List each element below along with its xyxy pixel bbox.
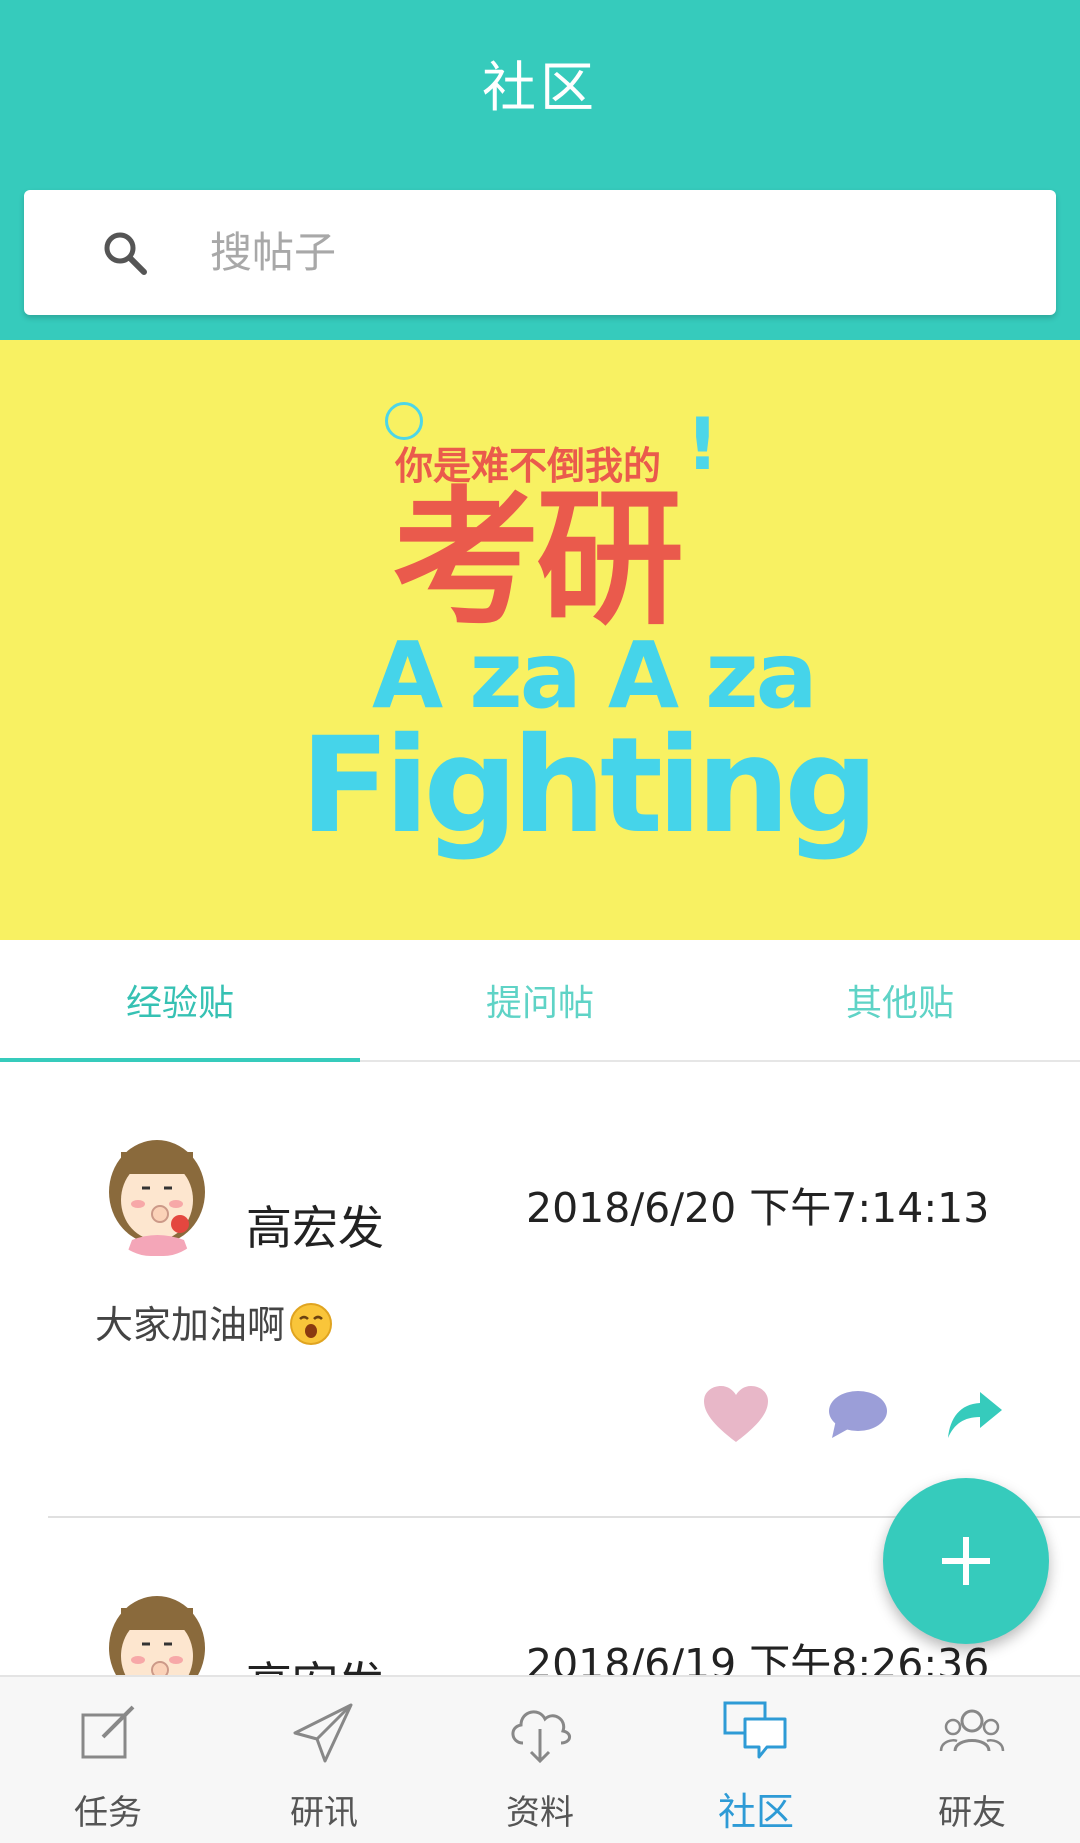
nav-label: 社区 [717,1790,794,1834]
promo-banner[interactable]: 你是难不倒我的 ! 考研 A za A za Fighting [0,340,1080,940]
post-card[interactable]: 高宏发 2018/6/20 下午7:14:13 大家加油啊 [0,1062,1080,1520]
bottom-navigation: 任务 研讯 资料 社区 研友 [0,1675,1080,1843]
post-username[interactable]: 高宏发 [246,1648,384,1675]
nav-label: 研友 [938,1793,1006,1833]
post-timestamp: 2018/6/20 下午7:14:13 [526,1184,990,1232]
post-text: 大家加油啊 [95,1303,286,1347]
nav-item-news[interactable]: 研讯 [216,1677,432,1843]
share-icon[interactable] [944,1388,1004,1440]
comment-icon[interactable] [828,1390,888,1440]
tab-label: 其他贴 [845,983,954,1024]
nav-item-materials[interactable]: 资料 [432,1677,648,1843]
search-input[interactable] [210,220,990,284]
tab-others[interactable]: 其他贴 [720,940,1080,1060]
post-content: 大家加油啊 [95,1294,333,1349]
cloud-download-icon [511,1710,571,1764]
nav-label: 研讯 [290,1793,358,1833]
tab-label: 提问帖 [485,983,594,1024]
avatar[interactable] [104,1590,210,1675]
tab-questions[interactable]: 提问帖 [360,940,720,1060]
paper-plane-icon [293,1703,353,1763]
like-icon[interactable] [702,1384,770,1444]
search-icon [104,232,147,275]
banner-headline: 考研 [392,473,684,645]
tab-experience[interactable]: 经验贴 [0,940,360,1060]
banner-fighting: Fighting [300,709,879,863]
new-post-button[interactable] [883,1478,1049,1644]
chat-bubbles-icon [723,1701,787,1759]
group-icon [939,1709,1005,1752]
post-timestamp: 2018/6/19 下午8:26:36 [526,1640,990,1675]
nav-item-friends[interactable]: 研友 [864,1677,1080,1843]
edit-icon [81,1705,135,1759]
tab-label: 经验贴 [125,983,234,1024]
search-bar[interactable] [24,190,1056,315]
page-title: 社区 [482,56,598,119]
banner-exclamation: ! [686,402,719,486]
nav-item-tasks[interactable]: 任务 [0,1677,216,1843]
post-username[interactable]: 高宏发 [246,1192,384,1258]
nav-item-community[interactable]: 社区 [648,1677,864,1843]
plus-icon [942,1537,990,1585]
post-category-tabs: 经验贴 提问帖 其他贴 [0,940,1080,1062]
nav-label: 任务 [74,1793,142,1833]
avatar[interactable] [104,1134,210,1256]
smiling-face-emoji [290,1303,333,1345]
page-header: 社区 [0,0,1080,165]
nav-label: 资料 [506,1793,574,1833]
